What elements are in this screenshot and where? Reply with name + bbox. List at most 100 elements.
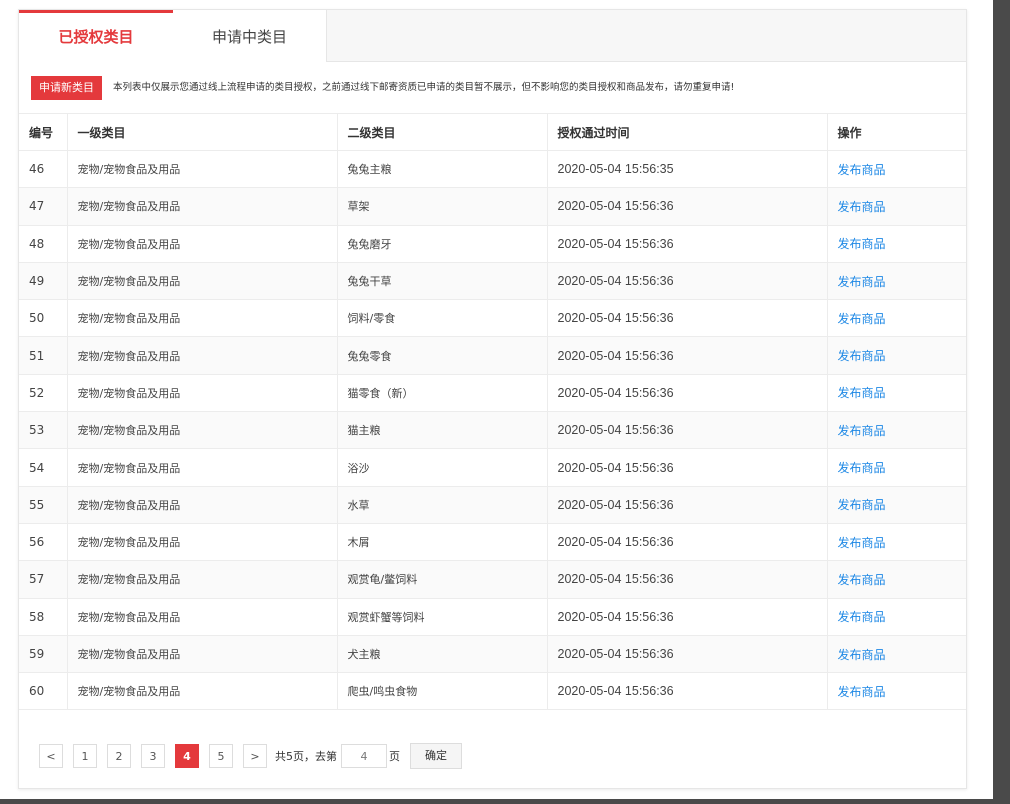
page-unit-label: 页 xyxy=(389,750,400,763)
header-id: 编号 xyxy=(19,114,68,151)
publish-product-link[interactable]: 发布商品 xyxy=(838,648,886,662)
header-level2-category: 二级类目 xyxy=(337,114,548,151)
table-row: 50 宠物/宠物食品及用品 饲料/零食 2020-05-04 15:56:36 发布商品 xyxy=(19,299,966,338)
category-panel: 已授权类目 申请中类目 申请新类目 本列表中仅展示您通过线上流程申请的类目授权，… xyxy=(18,9,967,789)
cell-auth-time: 2020-05-04 15:56:36 xyxy=(547,523,828,562)
cell-auth-time: 2020-05-04 15:56:36 xyxy=(547,448,828,487)
table-row: 48 宠物/宠物食品及用品 兔兔磨牙 2020-05-04 15:56:36 发布商品 xyxy=(19,225,966,263)
publish-product-link[interactable]: 发布商品 xyxy=(838,349,886,363)
cell-level2-category: 浴沙 xyxy=(337,448,548,487)
cell-id: 60 xyxy=(19,672,68,711)
cell-operation: 发布商品 xyxy=(827,523,966,562)
cell-id: 58 xyxy=(19,598,68,636)
publish-product-link[interactable]: 发布商品 xyxy=(838,536,886,550)
cell-id: 46 xyxy=(19,150,68,189)
category-table: 编号 一级类目 二级类目 授权通过时间 操作 46 宠物/宠物食品及用品 兔兔主粮 2… xyxy=(19,114,966,711)
table-row: 46 宠物/宠物食品及用品 兔兔主粮 2020-05-04 15:56:35 发布商品 xyxy=(19,150,966,189)
cell-id: 57 xyxy=(19,560,68,599)
page-button-1[interactable]: 1 xyxy=(73,744,97,768)
publish-product-link[interactable]: 发布商品 xyxy=(838,237,886,251)
table-header-row: 编号 一级类目 二级类目 授权通过时间 操作 xyxy=(19,114,966,151)
cell-operation: 发布商品 xyxy=(827,448,966,487)
cell-operation: 发布商品 xyxy=(827,560,966,599)
prev-page-button[interactable]: < xyxy=(39,744,63,768)
cell-id: 53 xyxy=(19,411,68,450)
cell-level2-category: 草架 xyxy=(337,187,548,226)
cell-auth-time: 2020-05-04 15:56:36 xyxy=(547,262,828,301)
goto-page-input[interactable] xyxy=(341,744,387,768)
publish-product-link[interactable]: 发布商品 xyxy=(838,312,886,326)
cell-level2-category: 猫主粮 xyxy=(337,411,548,450)
cell-level1-category: 宠物/宠物食品及用品 xyxy=(67,299,338,338)
cell-level2-category: 爬虫/鸣虫食物 xyxy=(337,672,548,711)
publish-product-link[interactable]: 发布商品 xyxy=(838,498,886,512)
page-button-4-current[interactable]: 4 xyxy=(175,744,199,768)
window-bottom-edge xyxy=(0,799,993,804)
publish-product-link[interactable]: 发布商品 xyxy=(838,200,886,214)
cell-operation: 发布商品 xyxy=(827,150,966,189)
cell-level1-category: 宠物/宠物食品及用品 xyxy=(67,336,338,375)
publish-product-link[interactable]: 发布商品 xyxy=(838,610,886,624)
cell-level1-category: 宠物/宠物食品及用品 xyxy=(67,635,338,674)
cell-operation: 发布商品 xyxy=(827,635,966,674)
cell-auth-time: 2020-05-04 15:56:36 xyxy=(547,336,828,375)
cell-operation: 发布商品 xyxy=(827,262,966,301)
scrollbar-track[interactable] xyxy=(993,0,1010,804)
cell-auth-time: 2020-05-04 15:56:35 xyxy=(547,150,828,189)
cell-operation: 发布商品 xyxy=(827,598,966,636)
table-row: 47 宠物/宠物食品及用品 草架 2020-05-04 15:56:36 发布商品 xyxy=(19,187,966,226)
cell-id: 49 xyxy=(19,262,68,301)
cell-level1-category: 宠物/宠物食品及用品 xyxy=(67,598,338,636)
publish-product-link[interactable]: 发布商品 xyxy=(838,386,886,400)
cell-operation: 发布商品 xyxy=(827,486,966,524)
cell-auth-time: 2020-05-04 15:56:36 xyxy=(547,299,828,338)
cell-level1-category: 宠物/宠物食品及用品 xyxy=(67,560,338,599)
page-button-3[interactable]: 3 xyxy=(141,744,165,768)
cell-id: 55 xyxy=(19,486,68,524)
cell-id: 56 xyxy=(19,523,68,562)
cell-level1-category: 宠物/宠物食品及用品 xyxy=(67,225,338,263)
total-pages-text: 共5页，去第 xyxy=(275,750,337,763)
cell-auth-time: 2020-05-04 15:56:36 xyxy=(547,635,828,674)
publish-product-link[interactable]: 发布商品 xyxy=(838,424,886,438)
table-row: 55 宠物/宠物食品及用品 水草 2020-05-04 15:56:36 发布商品 xyxy=(19,486,966,524)
tab-bar: 已授权类目 申请中类目 xyxy=(19,10,966,62)
cell-id: 50 xyxy=(19,299,68,338)
cell-level1-category: 宠物/宠物食品及用品 xyxy=(67,672,338,711)
cell-id: 48 xyxy=(19,225,68,263)
cell-id: 54 xyxy=(19,448,68,487)
tab-authorized-categories[interactable]: 已授权类目 xyxy=(19,10,173,62)
publish-product-link[interactable]: 发布商品 xyxy=(838,275,886,289)
cell-level2-category: 猫零食（新） xyxy=(337,374,548,413)
cell-operation: 发布商品 xyxy=(827,225,966,263)
cell-auth-time: 2020-05-04 15:56:36 xyxy=(547,598,828,636)
cell-level1-category: 宠物/宠物食品及用品 xyxy=(67,262,338,301)
cell-level2-category: 水草 xyxy=(337,486,548,524)
cell-level2-category: 木屑 xyxy=(337,523,548,562)
cell-level1-category: 宠物/宠物食品及用品 xyxy=(67,150,338,189)
cell-auth-time: 2020-05-04 15:56:36 xyxy=(547,486,828,524)
cell-level2-category: 观赏龟/鳖饲料 xyxy=(337,560,548,599)
cell-auth-time: 2020-05-04 15:56:36 xyxy=(547,672,828,711)
page-button-2[interactable]: 2 xyxy=(107,744,131,768)
table-row: 51 宠物/宠物食品及用品 兔兔零食 2020-05-04 15:56:36 发布商品 xyxy=(19,336,966,375)
cell-auth-time: 2020-05-04 15:56:36 xyxy=(547,374,828,413)
goto-confirm-button[interactable]: 确定 xyxy=(410,743,462,769)
tab-pending-categories[interactable]: 申请中类目 xyxy=(173,10,327,62)
cell-level1-category: 宠物/宠物食品及用品 xyxy=(67,374,338,413)
cell-level1-category: 宠物/宠物食品及用品 xyxy=(67,486,338,524)
page-button-5[interactable]: 5 xyxy=(209,744,233,768)
publish-product-link[interactable]: 发布商品 xyxy=(838,573,886,587)
publish-product-link[interactable]: 发布商品 xyxy=(838,685,886,699)
cell-level1-category: 宠物/宠物食品及用品 xyxy=(67,448,338,487)
cell-level1-category: 宠物/宠物食品及用品 xyxy=(67,523,338,562)
publish-product-link[interactable]: 发布商品 xyxy=(838,163,886,177)
table-row: 60 宠物/宠物食品及用品 爬虫/鸣虫食物 2020-05-04 15:56:36 发布… xyxy=(19,672,966,711)
publish-product-link[interactable]: 发布商品 xyxy=(838,461,886,475)
apply-new-category-button[interactable]: 申请新类目 xyxy=(31,76,102,100)
next-page-button[interactable]: > xyxy=(243,744,267,768)
cell-operation: 发布商品 xyxy=(827,374,966,413)
cell-level2-category: 兔兔干草 xyxy=(337,262,548,301)
table-row: 56 宠物/宠物食品及用品 木屑 2020-05-04 15:56:36 发布商品 xyxy=(19,523,966,562)
table-row: 53 宠物/宠物食品及用品 猫主粮 2020-05-04 15:56:36 发布商品 xyxy=(19,411,966,450)
